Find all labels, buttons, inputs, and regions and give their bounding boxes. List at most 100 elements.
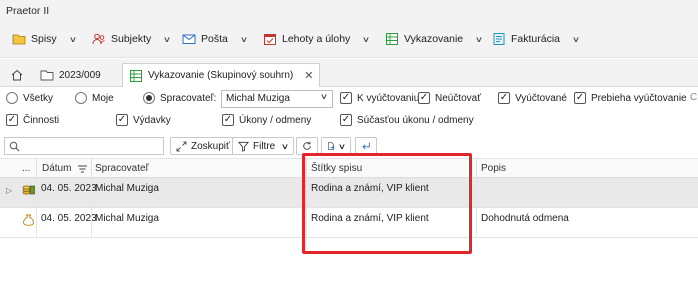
- chevron-down-icon: ∨: [362, 34, 371, 44]
- chevron-down-icon: ∨: [239, 34, 248, 44]
- people-icon: [92, 33, 105, 45]
- folder-icon: [40, 70, 54, 81]
- cell-datum: 04. 05. 2023: [41, 183, 97, 194]
- spreadsheet-icon: [386, 33, 398, 45]
- column-divider: [36, 159, 37, 179]
- chevron-down-icon: ∨: [571, 34, 581, 44]
- filter-row-processor: Všetky Moje Spracovateľ: Michal Muziga ∨…: [0, 89, 698, 109]
- chevron-down-icon: ∨: [68, 34, 77, 44]
- menu-vykazovanie-label: Vykazovanie: [404, 33, 464, 45]
- tab-home[interactable]: [4, 63, 30, 87]
- check-truncated[interactable]: C: [690, 92, 697, 103]
- check-ukony-odmeny[interactable]: ✓ Úkony / odmeny: [222, 114, 311, 126]
- home-icon: [11, 69, 23, 81]
- calendar-icon: [264, 34, 276, 45]
- processor-select[interactable]: Michal Muziga ∨: [221, 90, 333, 108]
- check-prebieha-vyuctovanie[interactable]: ✓ Prebieha vyúčtovanie: [574, 92, 687, 104]
- radio-button[interactable]: [6, 92, 18, 104]
- radio-vsetky[interactable]: Všetky: [6, 92, 53, 104]
- document-tab-bar: 2023/009 Vykazovanie (Skupinový souhrn) …: [0, 59, 698, 87]
- close-icon[interactable]: ✕: [304, 69, 313, 82]
- menu-subjekty[interactable]: Subjekty ∨: [92, 29, 172, 49]
- checkbox-checked[interactable]: ✓: [222, 114, 234, 126]
- cell-datum: 04. 05. 2023: [41, 213, 97, 224]
- column-divider: [476, 159, 477, 179]
- column-datum-header[interactable]: Dátum: [42, 163, 71, 174]
- checkbox-checked[interactable]: ✓: [340, 114, 352, 126]
- app-title-bar: Praetor II: [0, 0, 698, 20]
- cell-divider: [91, 208, 92, 238]
- menu-posta-label: Pošta: [201, 33, 228, 45]
- mail-icon: [182, 34, 196, 44]
- column-divider: [91, 159, 92, 179]
- chevron-down-icon: ∨: [163, 34, 172, 44]
- cell-divider: [36, 208, 37, 238]
- tab-2023-009-label: 2023/009: [59, 69, 101, 81]
- expand-row-icon[interactable]: ▷: [6, 186, 12, 195]
- radio-moje[interactable]: Moje: [75, 92, 114, 104]
- column-popis-header[interactable]: Popis: [481, 163, 506, 174]
- check-sucastou-label: Súčasťou úkonu / odmeny: [357, 114, 474, 126]
- sort-lines-icon[interactable]: [78, 165, 87, 173]
- menu-fakturacia-label: Fakturácia: [511, 33, 561, 45]
- filter-button-label: Filtre: [253, 140, 276, 152]
- cell-divider: [476, 208, 477, 238]
- tab-vykazovanie-label: Vykazovanie (Skupinový souhrn): [148, 70, 294, 81]
- export-file-icon: [328, 142, 335, 150]
- group-button-label: Zoskupiť: [191, 140, 230, 152]
- group-button[interactable]: Zoskupiť: [170, 137, 236, 155]
- check-cinnosti[interactable]: ✓ Činnosti: [6, 114, 59, 126]
- funnel-icon: [238, 141, 249, 152]
- column-menu-header[interactable]: ...: [22, 163, 30, 174]
- check-vyuctovane-label: Vyúčtované: [515, 92, 567, 104]
- radio-vsetky-label: Všetky: [23, 92, 54, 104]
- search-icon: [9, 141, 20, 152]
- checkbox-checked[interactable]: ✓: [574, 92, 586, 104]
- processor-select-value: Michal Muziga: [226, 93, 290, 104]
- search-input[interactable]: [4, 137, 164, 155]
- menu-posta[interactable]: Pošta ∨: [182, 29, 248, 49]
- check-vydavky[interactable]: ✓ Výdavky: [116, 114, 171, 126]
- check-neuctovat[interactable]: ✓ Neúčtovať: [418, 92, 481, 104]
- checkbox-checked[interactable]: ✓: [116, 114, 128, 126]
- menu-subjekty-label: Subjekty: [111, 33, 152, 45]
- menu-fakturacia[interactable]: Fakturácia ∨: [492, 29, 581, 49]
- invoice-icon: [493, 33, 505, 45]
- annotation-highlight-box: [302, 153, 472, 254]
- column-spracovatel-header[interactable]: Spracovateľ: [95, 163, 149, 174]
- menu-vykazovanie[interactable]: Vykazovanie ∨: [385, 29, 484, 49]
- check-neuctovat-label: Neúčtovať: [435, 92, 481, 104]
- radio-spracovatel-label: Spracovateľ:: [160, 92, 217, 104]
- radio-button-selected[interactable]: [143, 92, 155, 104]
- checkbox-checked[interactable]: ✓: [498, 92, 510, 104]
- folder-icon: [12, 34, 26, 45]
- chevron-down-icon: ∨: [474, 34, 484, 44]
- cell-popis: Dohodnutá odmena: [481, 213, 569, 224]
- filter-button[interactable]: Filtre ∨: [232, 137, 295, 155]
- check-vyuctovane[interactable]: ✓ Vyúčtované: [498, 92, 567, 104]
- tab-vykazovanie-souhrn[interactable]: Vykazovanie (Skupinový souhrn) ✕: [122, 63, 321, 87]
- tab-2023-009[interactable]: 2023/009: [34, 63, 107, 87]
- menu-lehoty[interactable]: Lehoty a úlohy ∨: [263, 29, 371, 49]
- menu-lehoty-label: Lehoty a úlohy: [282, 33, 351, 45]
- checkbox-checked[interactable]: ✓: [340, 92, 352, 104]
- group-arrows-icon: [176, 140, 187, 152]
- coins-icon: [22, 185, 35, 195]
- menu-spisy[interactable]: Spisy ∨: [12, 29, 77, 49]
- cell-divider: [476, 178, 477, 208]
- menu-spisy-label: Spisy: [31, 33, 57, 45]
- checkbox-checked[interactable]: ✓: [6, 114, 18, 126]
- check-k-vyuctovaniu[interactable]: ✓ K vyúčtovaniu: [340, 92, 420, 104]
- radio-button[interactable]: [75, 92, 87, 104]
- check-sucastou-ukonu[interactable]: ✓ Súčasťou úkonu / odmeny: [340, 114, 474, 126]
- check-prebieha-label: Prebieha vyúčtovanie: [591, 92, 687, 104]
- radio-spracovatel[interactable]: Spracovateľ:: [143, 92, 216, 104]
- money-bag-icon: [23, 214, 34, 226]
- app-title: Praetor II: [6, 5, 50, 17]
- main-menu-bar: Spisy ∨ Subjekty ∨ Pošta ∨ Lehoty a úloh…: [0, 20, 698, 58]
- check-truncated-label: C: [690, 92, 698, 103]
- spreadsheet-icon: [130, 69, 142, 82]
- checkbox-checked[interactable]: ✓: [418, 92, 430, 104]
- cell-divider: [91, 178, 92, 208]
- check-ukony-label: Úkony / odmeny: [239, 114, 312, 126]
